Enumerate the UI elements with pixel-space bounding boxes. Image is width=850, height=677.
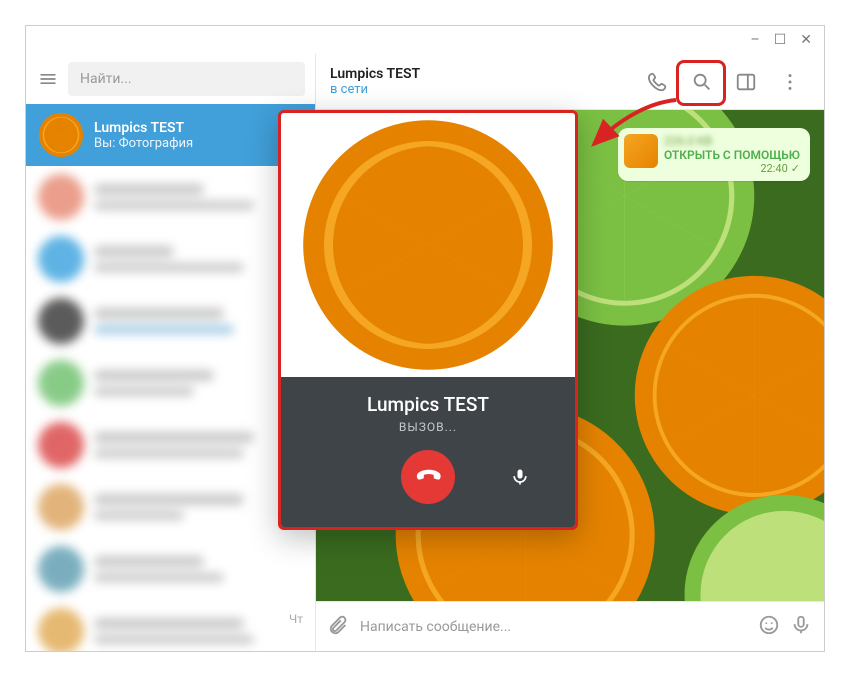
chat-item[interactable] [26,166,315,228]
chat-item[interactable] [26,228,315,290]
dots-icon [779,71,801,93]
attach-button[interactable] [328,614,350,640]
chat-item[interactable] [26,538,315,600]
message-size: 226.0 KB [664,134,800,148]
microphone-icon [790,614,812,636]
hangup-button[interactable] [401,450,455,504]
message-placeholder: Написать сообщение... [360,619,511,635]
header-info[interactable]: Lumpics TEST в сети [330,66,634,97]
search-row: Найти... [26,54,315,104]
search-icon [691,71,713,93]
call-button[interactable] [638,63,678,101]
avatar [38,112,84,158]
header-status: в сети [330,82,634,97]
chat-info: Lumpics TEST Вы: Фотография [94,120,283,151]
chat-preview: Вы: Фотография [94,136,283,151]
call-avatar [281,113,575,377]
chat-item[interactable] [26,476,315,538]
message-composer: Написать сообщение... [316,601,824,651]
sidebar: Найти... Lumpics TEST Вы: Фотография ✓ [26,54,316,651]
close-button[interactable]: ✕ [800,33,812,47]
maximize-button[interactable]: ☐ [774,33,787,47]
chat-name: Lumpics TEST [94,120,283,136]
chat-item[interactable] [26,290,315,352]
mute-button[interactable] [505,462,535,492]
search-button[interactable] [682,63,722,101]
microphone-icon [510,467,530,487]
paperclip-icon [328,614,350,636]
panel-icon [735,71,757,93]
chat-item[interactable] [26,352,315,414]
voice-button[interactable] [790,614,812,640]
sidepanel-button[interactable] [726,63,766,101]
more-button[interactable] [770,63,810,101]
chat-list[interactable]: Lumpics TEST Вы: Фотография ✓ Чт [26,104,315,651]
hamburger-icon [38,69,58,89]
minimize-button[interactable]: – [751,33,760,47]
chat-item-active[interactable]: Lumpics TEST Вы: Фотография ✓ [26,104,315,166]
chat-day: Чт [289,612,303,626]
menu-button[interactable] [36,67,60,91]
open-with-link[interactable]: ОТКРЫТЬ С ПОМОЩЬЮ [664,148,800,162]
message-thumbnail [624,134,658,168]
call-contact-name: Lumpics TEST [367,393,489,416]
emoji-icon [758,614,780,636]
emoji-button[interactable] [758,614,780,640]
message-time: 22:40 ✓ [664,162,800,175]
call-status: вызов... [399,420,457,434]
message-bubble[interactable]: 226.0 KB ОТКРЫТЬ С ПОМОЩЬЮ 22:40 ✓ [618,128,810,181]
chat-item[interactable] [26,414,315,476]
message-input[interactable]: Написать сообщение... [360,619,748,635]
read-check-icon: ✓ [791,162,800,175]
window-titlebar: – ☐ ✕ [26,26,824,54]
phone-hangup-icon [410,459,447,496]
search-placeholder: Найти... [80,71,132,87]
phone-icon [647,71,669,93]
chat-item[interactable]: Чт [26,600,315,651]
chat-header: Lumpics TEST в сети [316,54,824,110]
call-overlay: Lumpics TEST вызов... [278,110,578,530]
search-input[interactable]: Найти... [68,62,305,96]
header-title: Lumpics TEST [330,66,634,82]
call-controls: Lumpics TEST вызов... [281,377,575,527]
